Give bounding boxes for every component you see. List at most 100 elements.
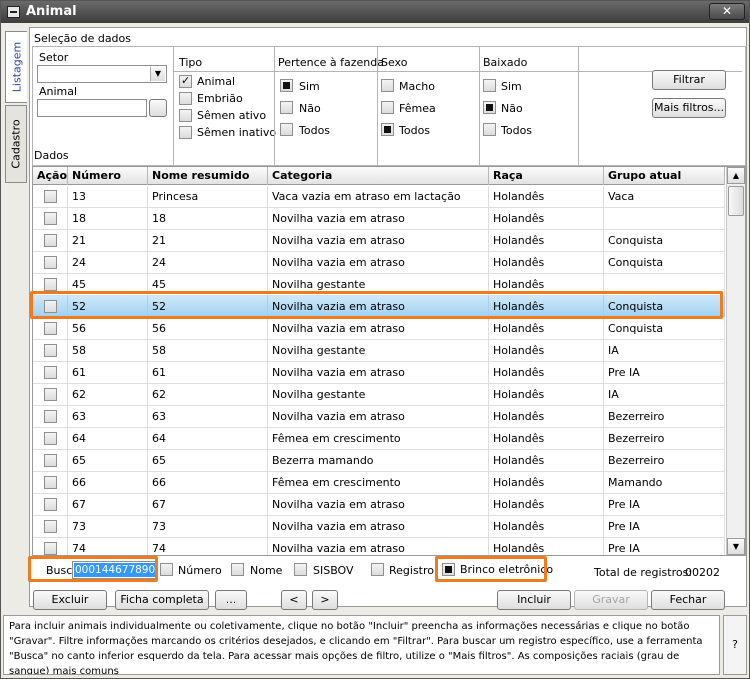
sexo-femea-checkbox[interactable] [381,101,394,114]
col-raca[interactable]: Raça [489,167,604,185]
dados-title: Dados [34,149,69,162]
system-menu-icon[interactable] [7,6,20,18]
table-row[interactable]: 56 56 Novilha vazia em atraso Holandês Conqu… [33,318,725,340]
table-row[interactable]: 63 63 Novilha vazia em atraso Holandês Bezer… [33,406,725,428]
row-checkbox[interactable] [44,476,57,489]
table-row[interactable]: 18 18 Novilha vazia em atraso Holandês [33,208,725,230]
table-row[interactable]: 62 62 Novilha gestante Holandês IA [33,384,725,406]
tipo-semen-ativo-checkbox[interactable] [179,109,192,122]
filtrar-button[interactable]: Filtrar [652,70,726,90]
row-checkbox[interactable] [44,234,57,247]
cell-categoria: Novilha vazia em atraso [268,230,489,251]
busca-nome-checkbox[interactable] [231,563,244,576]
setor-select[interactable]: ▼ [37,65,167,83]
title-bar[interactable]: Animal ✕ [1,1,749,23]
excluir-button[interactable]: Excluir [33,590,107,610]
row-checkbox[interactable] [44,344,57,357]
row-checkbox[interactable] [44,256,57,269]
row-checkbox[interactable] [44,410,57,423]
scroll-thumb[interactable] [728,186,744,216]
busca-registro-label: Registro [389,564,435,577]
tipo-embriao-checkbox[interactable] [179,92,192,105]
cell-acao [33,494,68,515]
col-grupo-atual[interactable]: Grupo atual [604,167,725,185]
busca-numero-checkbox[interactable] [160,563,173,576]
cell-numero: 62 [68,384,148,405]
cell-acao [33,252,68,273]
row-checkbox[interactable] [44,212,57,225]
help-icon[interactable]: ? [723,615,747,675]
cell-numero: 74 [68,538,148,555]
cell-categoria: Fêmea em crescimento [268,472,489,493]
row-checkbox[interactable] [44,498,57,511]
col-nome-resumido[interactable]: Nome resumido [148,167,268,185]
cell-acao [33,384,68,405]
busca-nome-label: Nome [250,564,283,577]
row-checkbox[interactable] [44,190,57,203]
chevron-down-icon[interactable]: ▼ [150,67,165,81]
gravar-button[interactable]: Gravar [574,590,648,610]
table-row[interactable]: 61 61 Novilha vazia em atraso Holandês Pre I… [33,362,725,384]
window-title: Animal [26,4,77,19]
row-checkbox[interactable] [44,454,57,467]
table-row[interactable]: 66 66 Fêmea em crescimento Holandês Mamando [33,472,725,494]
ficha-completa-button[interactable]: Ficha completa [115,590,209,610]
col-acao[interactable]: Ação [33,167,68,185]
pertence-todos-checkbox[interactable] [280,123,293,136]
table-row[interactable]: 73 73 Novilha vazia em atraso Holandês Pre I… [33,516,725,538]
close-button[interactable]: ✕ [709,3,745,20]
divider [578,47,579,165]
table-row[interactable]: 21 21 Novilha vazia em atraso Holandês Conqu… [33,230,725,252]
table-row[interactable]: 24 24 Novilha vazia em atraso Holandês Conqu… [33,252,725,274]
cell-raca: Holandês [489,538,604,555]
busca-registro-checkbox[interactable] [371,563,384,576]
tab-cadastro[interactable]: Cadastro [5,105,27,183]
cell-categoria: Novilha gestante [268,384,489,405]
row-checkbox[interactable] [44,322,57,335]
table-row[interactable]: 13 Princesa Vaca vazia em atraso em lactaç… [33,186,725,208]
cell-acao [33,450,68,471]
col-categoria[interactable]: Categoria [268,167,489,185]
cell-acao [33,538,68,555]
table-row[interactable]: 74 74 Novilha vazia em atraso Holandês Pre I… [33,538,725,555]
sexo-macho-checkbox[interactable] [381,79,394,92]
baixado-sim-label: Sim [501,80,522,93]
mais-filtros-button[interactable]: Mais filtros... [652,98,726,118]
tipo-semen-inativo-checkbox[interactable] [179,126,192,139]
row-checkbox[interactable] [44,520,57,533]
baixado-todos-checkbox[interactable] [483,123,496,136]
row-checkbox[interactable] [44,278,57,291]
cell-grupo-atual: IA [604,384,725,405]
vertical-scrollbar[interactable]: ▲ ▼ [726,167,745,555]
row-checkbox[interactable] [44,366,57,379]
col-numero[interactable]: Número [68,167,148,185]
animal-input[interactable] [37,99,147,117]
cell-grupo-atual: Bezerreiro [604,450,725,471]
row-checkbox[interactable] [44,432,57,445]
animal-lookup-button[interactable] [149,99,167,117]
busca-sisbov-checkbox[interactable] [294,563,307,576]
pertence-sim-checkbox[interactable] [280,79,293,92]
tipo-animal-checkbox[interactable] [179,74,192,88]
row-checkbox[interactable] [44,388,57,401]
previous-button[interactable]: < [281,590,307,610]
baixado-sim-checkbox[interactable] [483,79,496,92]
incluir-button[interactable]: Incluir [497,590,571,610]
table-row[interactable]: 64 64 Fêmea em crescimento Holandês Bezerrei… [33,428,725,450]
pertence-nao-checkbox[interactable] [280,101,293,114]
tab-listagem[interactable]: Listagem [5,31,27,103]
scroll-up-icon[interactable]: ▲ [727,167,745,184]
cell-acao [33,230,68,251]
baixado-nao-checkbox[interactable] [483,101,496,114]
row-checkbox[interactable] [44,542,57,555]
scroll-down-icon[interactable]: ▼ [727,538,745,555]
table-row[interactable]: 65 65 Bezerra mamando Holandês Bezerreiro [33,450,725,472]
cell-numero: 63 [68,406,148,427]
fechar-button[interactable]: Fechar [651,590,725,610]
cell-nome-resumido: Princesa [148,186,268,207]
more-options-button[interactable]: ... [215,590,247,610]
table-row[interactable]: 67 67 Novilha vazia em atraso Holandês Pre I… [33,494,725,516]
sexo-todos-checkbox[interactable] [381,123,394,136]
table-row[interactable]: 58 58 Novilha gestante Holandês IA [33,340,725,362]
next-button[interactable]: > [312,590,338,610]
